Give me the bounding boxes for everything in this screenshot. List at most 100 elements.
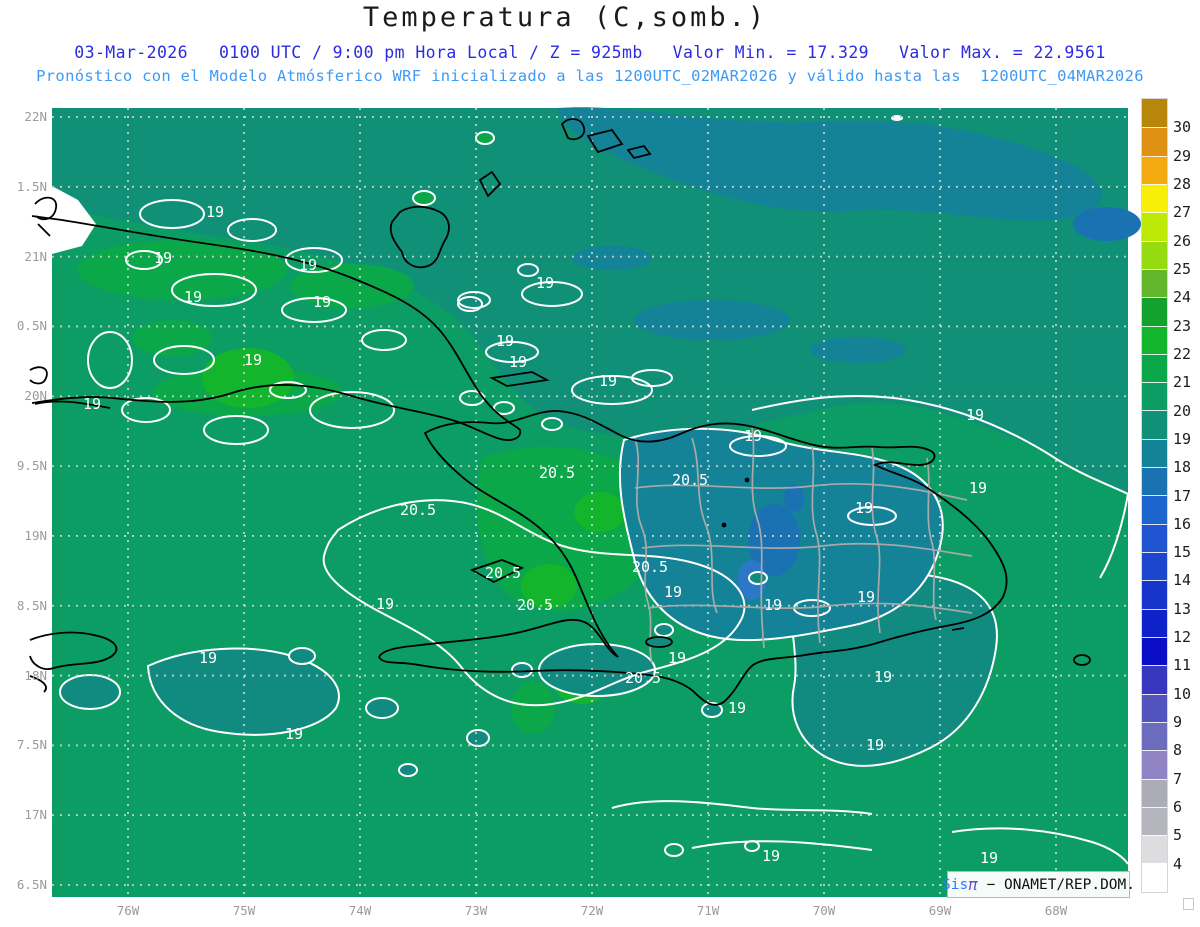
lon-tick-label: 68W	[1044, 903, 1068, 918]
contour-value-label: 20.5	[484, 564, 522, 582]
contour-value-label: 19	[865, 736, 885, 754]
lat-tick-label: 0.5N	[16, 318, 47, 334]
wrf-temperature-forecast-map: Temperatura (C,somb.) 03-Mar-2026 0100 U…	[0, 0, 1200, 927]
colorbar-segment	[1142, 721, 1167, 751]
header-line-model-info: Pronóstico con el Modelo Atmósferico WRF…	[36, 67, 1144, 85]
lat-tick-label: 22N	[24, 109, 47, 124]
map-plot-area: 19 19 19 19 19 19 19 19 19 19 19 19 19 19 19 19 19 19 19 19…	[29, 107, 1141, 897]
colorbar-tick-label: 21	[1173, 373, 1192, 392]
colorbar-tick-label: 14	[1173, 571, 1192, 590]
colorbar-tick-label: 8	[1173, 741, 1183, 760]
header-line-datetime: 03-Mar-2026 0100 UTC / 9:00 pm Hora Loca…	[0, 43, 1180, 62]
colorbar-tick-label: 28	[1173, 174, 1192, 193]
contour-value-label: 19	[183, 288, 203, 306]
colorbar-segment	[1142, 212, 1167, 241]
lat-tick-label: 17N	[24, 807, 47, 823]
contour-value-label: 19	[968, 479, 988, 497]
contour-value-label: 19	[298, 256, 318, 274]
colorbar-segment	[1142, 297, 1167, 326]
colorbar-tick-label: 25	[1173, 259, 1192, 278]
contour-value-label: 19	[375, 595, 395, 613]
colorbar-segment	[1142, 495, 1167, 524]
temperature-fill-layer	[52, 107, 1141, 897]
lon-tick-label: 70W	[812, 903, 836, 918]
contour-value-label: 19	[243, 351, 263, 369]
colorbar-tick-label: 11	[1173, 656, 1192, 675]
colorbar-tick-label: 27	[1173, 203, 1192, 222]
contour-value-label: 19	[965, 406, 985, 424]
header-valor-max: Valor Max. = 22.9561	[899, 43, 1106, 62]
chart-title: Temperatura (C,somb.)	[362, 2, 768, 33]
colorbar-tick-label: 7	[1173, 769, 1183, 788]
colorbar-tick-label: 9	[1173, 713, 1183, 732]
colorbar-segment	[1142, 127, 1167, 156]
contour-value-label: 20.5	[516, 596, 554, 614]
colorbar-segment	[1142, 665, 1167, 694]
colorbar-segment	[1142, 552, 1167, 581]
colorbar-tick-label: 30	[1173, 118, 1192, 137]
lon-tick-label: 71W	[696, 903, 720, 918]
watermark-org: − ONAMET/REP.DOM.	[977, 876, 1135, 893]
lon-tick-label: 69W	[928, 903, 952, 918]
colorbar-tick-label: 17	[1173, 486, 1192, 505]
lat-tick-label: 20N	[24, 388, 47, 404]
colorbar-tick-label: 6	[1173, 798, 1183, 817]
contour-value-label: 20.5	[538, 464, 576, 482]
colorbar-segment	[1142, 467, 1167, 496]
contour-value-label: 20.5	[399, 501, 437, 519]
contour-value-label: 19	[873, 668, 893, 686]
colorbar-tick-label: 19	[1173, 429, 1192, 448]
contour-value-label: 19	[856, 588, 876, 606]
colorbar-tick-label: 12	[1173, 628, 1192, 647]
lat-tick-label: 8.5N	[16, 597, 47, 613]
contour-value-label: 19	[727, 699, 747, 717]
colorbar-tick-label: 10	[1173, 684, 1192, 703]
colorbar-segment	[1142, 806, 1167, 836]
contour-value-label: 19	[82, 395, 102, 413]
contour-value-label: 19	[598, 372, 618, 390]
lon-tick-label: 73W	[464, 903, 488, 918]
contour-value-label: 19	[198, 649, 218, 667]
contour-value-label: 19	[663, 583, 683, 601]
contour-value-label: 20.5	[631, 558, 669, 576]
contour-value-label: 19	[535, 274, 555, 292]
contour-value-label: 19	[761, 847, 781, 865]
contour-value-label: 20.5	[624, 669, 662, 687]
contour-value-label: 19	[667, 649, 687, 667]
colorbar-segment	[1142, 438, 1167, 468]
lat-tick-label: 7.5N	[16, 737, 47, 753]
contour-value-label: 19	[508, 353, 528, 371]
lon-tick-label: 74W	[348, 903, 372, 918]
colorbar-segment	[1142, 410, 1167, 439]
colorbar-segment	[1142, 693, 1167, 722]
colorbar-tick-label: 20	[1173, 401, 1192, 420]
contour-value-label: 19	[312, 293, 332, 311]
contour-value-label: 19	[854, 499, 874, 517]
corner-artifact	[1183, 898, 1194, 910]
colorbar-segment	[1142, 863, 1167, 892]
colorbar-segment	[1142, 353, 1167, 383]
colorbar-segment	[1142, 183, 1167, 213]
colorbar-tick-label: 5	[1173, 826, 1183, 845]
colorbar-tick-label: 29	[1173, 146, 1192, 165]
colorbar-segment	[1142, 580, 1167, 609]
lat-tick-label: 9.5N	[16, 458, 47, 474]
colorbar-tick-label: 15	[1173, 543, 1192, 562]
watermark-brand: Sis	[942, 876, 969, 893]
temperature-colorbar	[1141, 98, 1168, 893]
header-datetime: 03-Mar-2026 0100 UTC / 9:00 pm Hora Loca…	[74, 43, 643, 62]
colorbar-segment	[1142, 99, 1167, 128]
contour-value-label: 20.5	[671, 471, 709, 489]
contour-value-label: 19	[205, 203, 225, 221]
colorbar-segment	[1142, 835, 1167, 864]
lat-tick-label: 19N	[24, 527, 47, 543]
colorbar-tick-label: 4	[1173, 854, 1183, 873]
colorbar-tick-label: 22	[1173, 344, 1192, 363]
watermark-box: Sis π − ONAMET/REP.DOM.	[942, 871, 1135, 898]
lat-tick-label: 21N	[24, 248, 47, 264]
lat-tick-label: 1.5N	[16, 178, 47, 194]
colorbar-segment	[1142, 382, 1167, 411]
colorbar-tick-label: 18	[1173, 458, 1192, 477]
colorbar-segment	[1142, 750, 1167, 779]
lat-tick-label: 6.5N	[16, 877, 47, 893]
